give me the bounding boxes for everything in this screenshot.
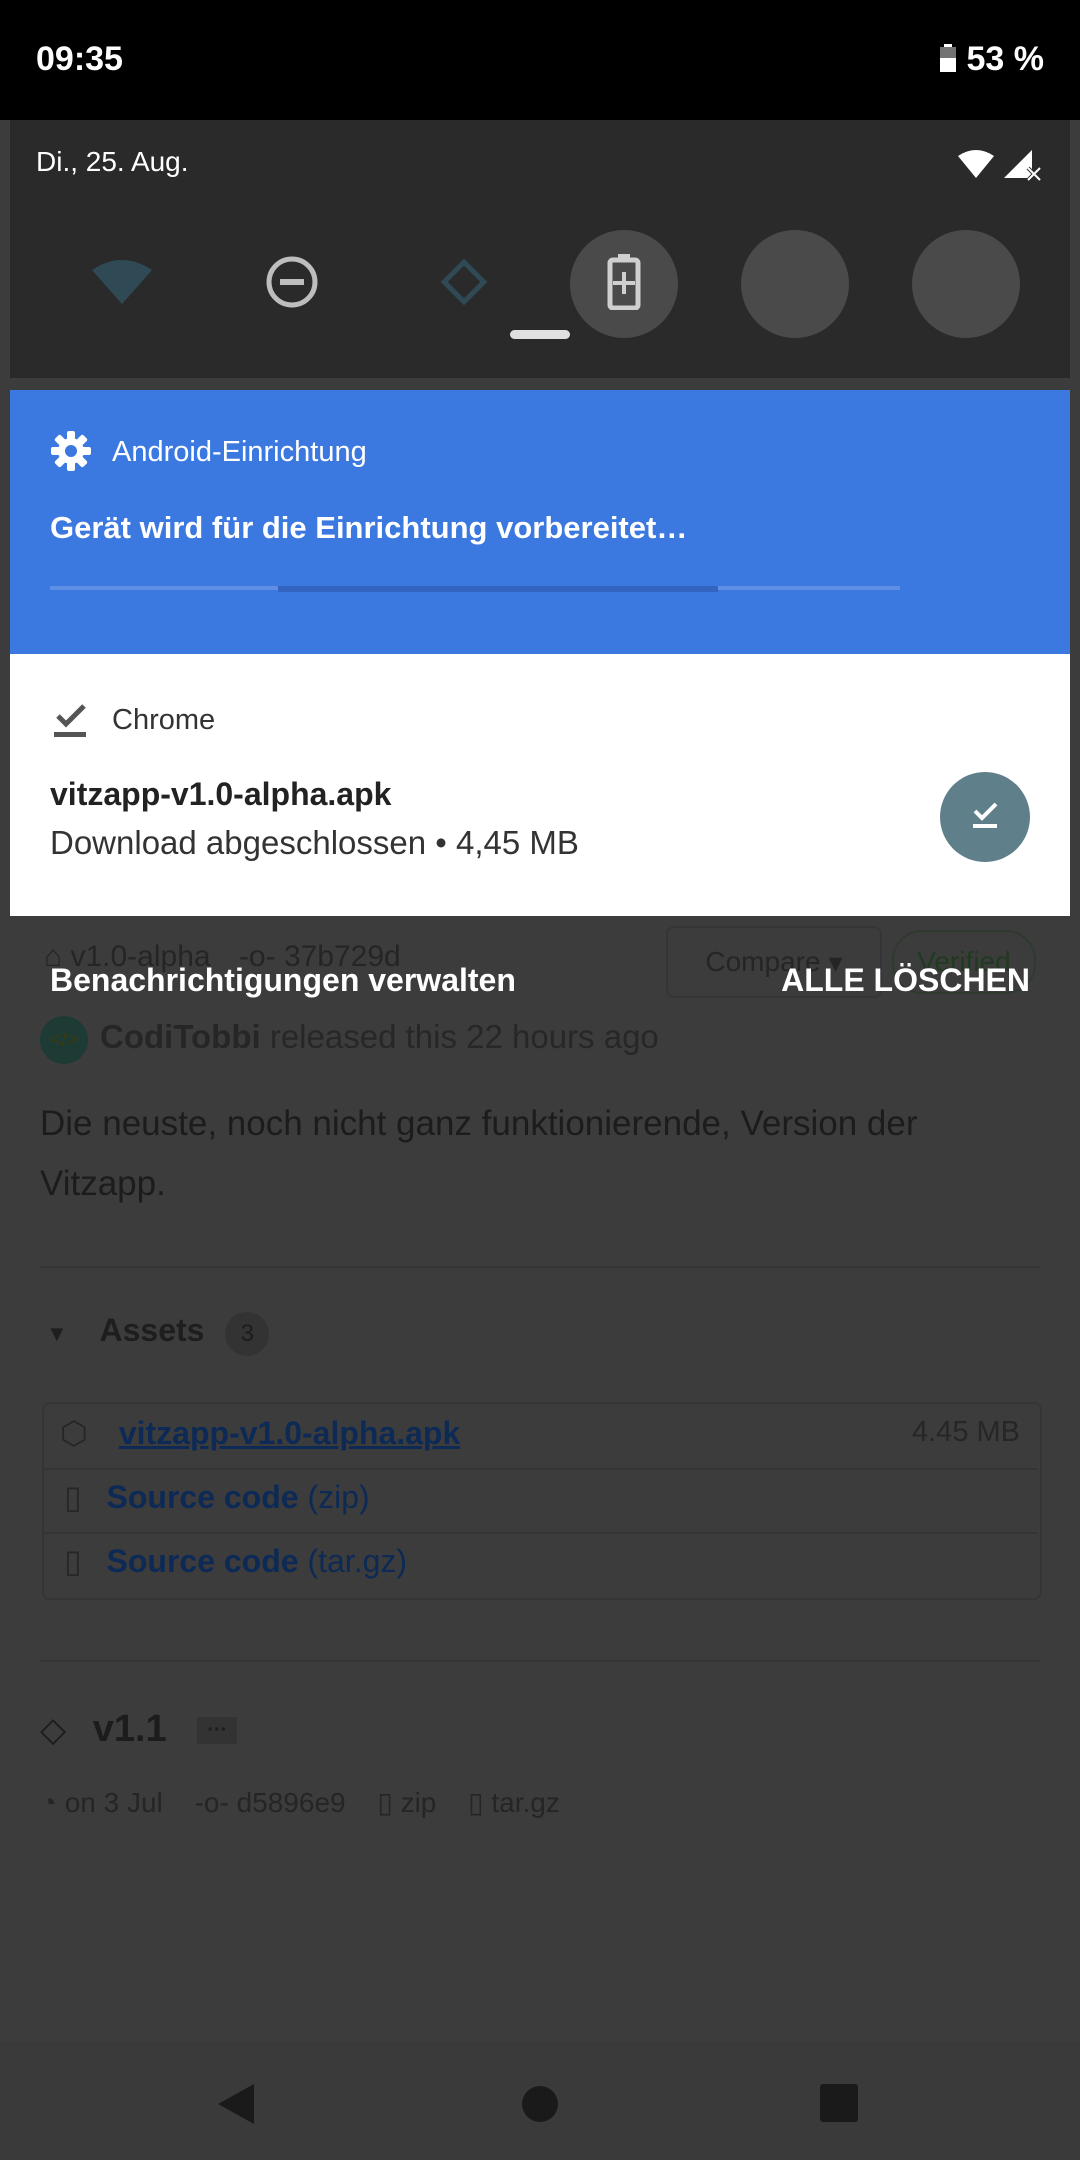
file-zip-icon: ▯ [377,1787,393,1818]
drag-handle[interactable] [510,330,570,339]
qs-tile-5[interactable] [741,230,849,338]
qs-wifi-tile[interactable] [68,230,176,338]
next-release-zip[interactable]: zip [401,1787,437,1818]
author-avatar[interactable]: </> [40,1016,88,1064]
next-release-tag[interactable]: v1.1 [93,1708,167,1750]
next-release-commit[interactable]: d5896e9 [237,1787,346,1818]
qs-dnd-tile[interactable] [238,230,346,338]
setup-title: Gerät wird für die Einrichtung vorbereit… [50,510,688,545]
author-name[interactable]: CodiTobbi [100,1018,261,1055]
description-line-2: Vitzapp. [40,1164,166,1203]
asset-apk-link[interactable]: vitzapp-v1.0-alpha.apk [119,1415,460,1451]
chrome-app-name: Chrome [112,704,216,736]
next-release-header: ◇ v1.1 ··· [40,1708,238,1751]
asset-row[interactable]: ⬡ vitzapp-v1.0-alpha.apk 4.45 MB [60,1414,1020,1464]
auto-rotate-icon [436,254,492,315]
setup-notification[interactable]: Android-Einrichtung Gerät wird für die E… [10,390,1070,654]
source-targz-ext: (tar.gz) [307,1543,408,1579]
released-text: released this 22 hours ago [269,1018,659,1055]
download-file-name: vitzapp-v1.0-alpha.apk [50,776,392,812]
assets-count-badge: 3 [225,1312,270,1356]
asset-row[interactable]: ▯ Source code (zip) [64,1478,370,1516]
home-icon[interactable] [520,2084,560,2129]
row-divider [44,1532,1038,1534]
source-zip-ext: (zip) [307,1479,370,1515]
divider [40,1266,1040,1268]
status-time: 09:35 [36,40,123,78]
clear-all-button[interactable]: ALLE LÖSCHEN [781,962,1030,999]
row-divider [44,1468,1038,1470]
file-zip-icon: ▯ [468,1787,484,1818]
divider [40,1660,1040,1662]
qs-rotate-tile[interactable] [410,230,518,338]
caret-down-icon: ▼ [46,1321,68,1346]
recents-icon[interactable] [820,2084,858,2127]
wifi-icon [90,258,154,311]
quick-settings-panel: Di., 25. Aug. [10,120,1070,378]
file-zip-icon: ▯ [64,1543,82,1579]
file-zip-icon: ▯ [64,1479,82,1515]
progress-indicator [278,586,718,592]
description-line-1: Die neuste, noch nicht ganz funktioniere… [40,1104,918,1143]
clock-icon: ◔ [40,1787,57,1818]
battery-icon [940,44,956,72]
status-bar: 09:35 53 % [0,0,1080,120]
do-not-disturb-icon [265,255,319,314]
qs-status-icons [954,146,1044,186]
tag-icon: ◇ [40,1711,67,1749]
source-zip-link[interactable]: Source code [107,1479,299,1515]
download-status: Download abgeschlossen • 4,45 MB [50,824,579,861]
qs-date[interactable]: Di., 25. Aug. [36,146,189,178]
qs-battery-saver-tile[interactable] [570,230,678,338]
asset-row[interactable]: ▯ Source code (tar.gz) [64,1542,407,1580]
release-description: Die neuste, noch nicht ganz funktioniere… [40,1094,918,1214]
open-download-button[interactable] [940,772,1030,862]
source-targz-link[interactable]: Source code [107,1543,299,1579]
battery-saver-icon [607,253,641,315]
back-icon[interactable] [216,2082,256,2131]
setup-app-name: Android-Einrichtung [112,436,367,468]
release-author-line: CodiTobbi released this 22 hours ago [100,1018,659,1056]
asset-apk-size: 4.45 MB [912,1416,1020,1448]
download-done-icon [52,700,88,745]
chrome-download-notification[interactable]: Chrome vitzapp-v1.0-alpha.apk Download a… [10,654,1070,916]
qs-tile-6[interactable] [912,230,1020,338]
gear-icon [50,430,92,477]
manage-notifications-button[interactable]: Benachrichtigungen verwalten [50,962,516,999]
commit-icon: -o- [194,1787,229,1818]
next-release-targz[interactable]: tar.gz [491,1787,559,1818]
more-button[interactable]: ··· [197,1717,238,1745]
assets-toggle[interactable]: ▼ Assets 3 [46,1312,270,1356]
package-icon: ⬡ [60,1415,88,1451]
wifi-signal-icon [958,150,1042,182]
next-release-meta: ◔ on 3 Jul -o- d5896e9 ▯ zip ▯ tar.gz [40,1786,560,1819]
battery-percent: 53 % [966,40,1045,78]
navigation-bar [0,2042,1080,2160]
next-release-date: on 3 Jul [64,1787,163,1818]
assets-label: Assets [99,1312,205,1348]
download-done-icon [970,799,1000,836]
